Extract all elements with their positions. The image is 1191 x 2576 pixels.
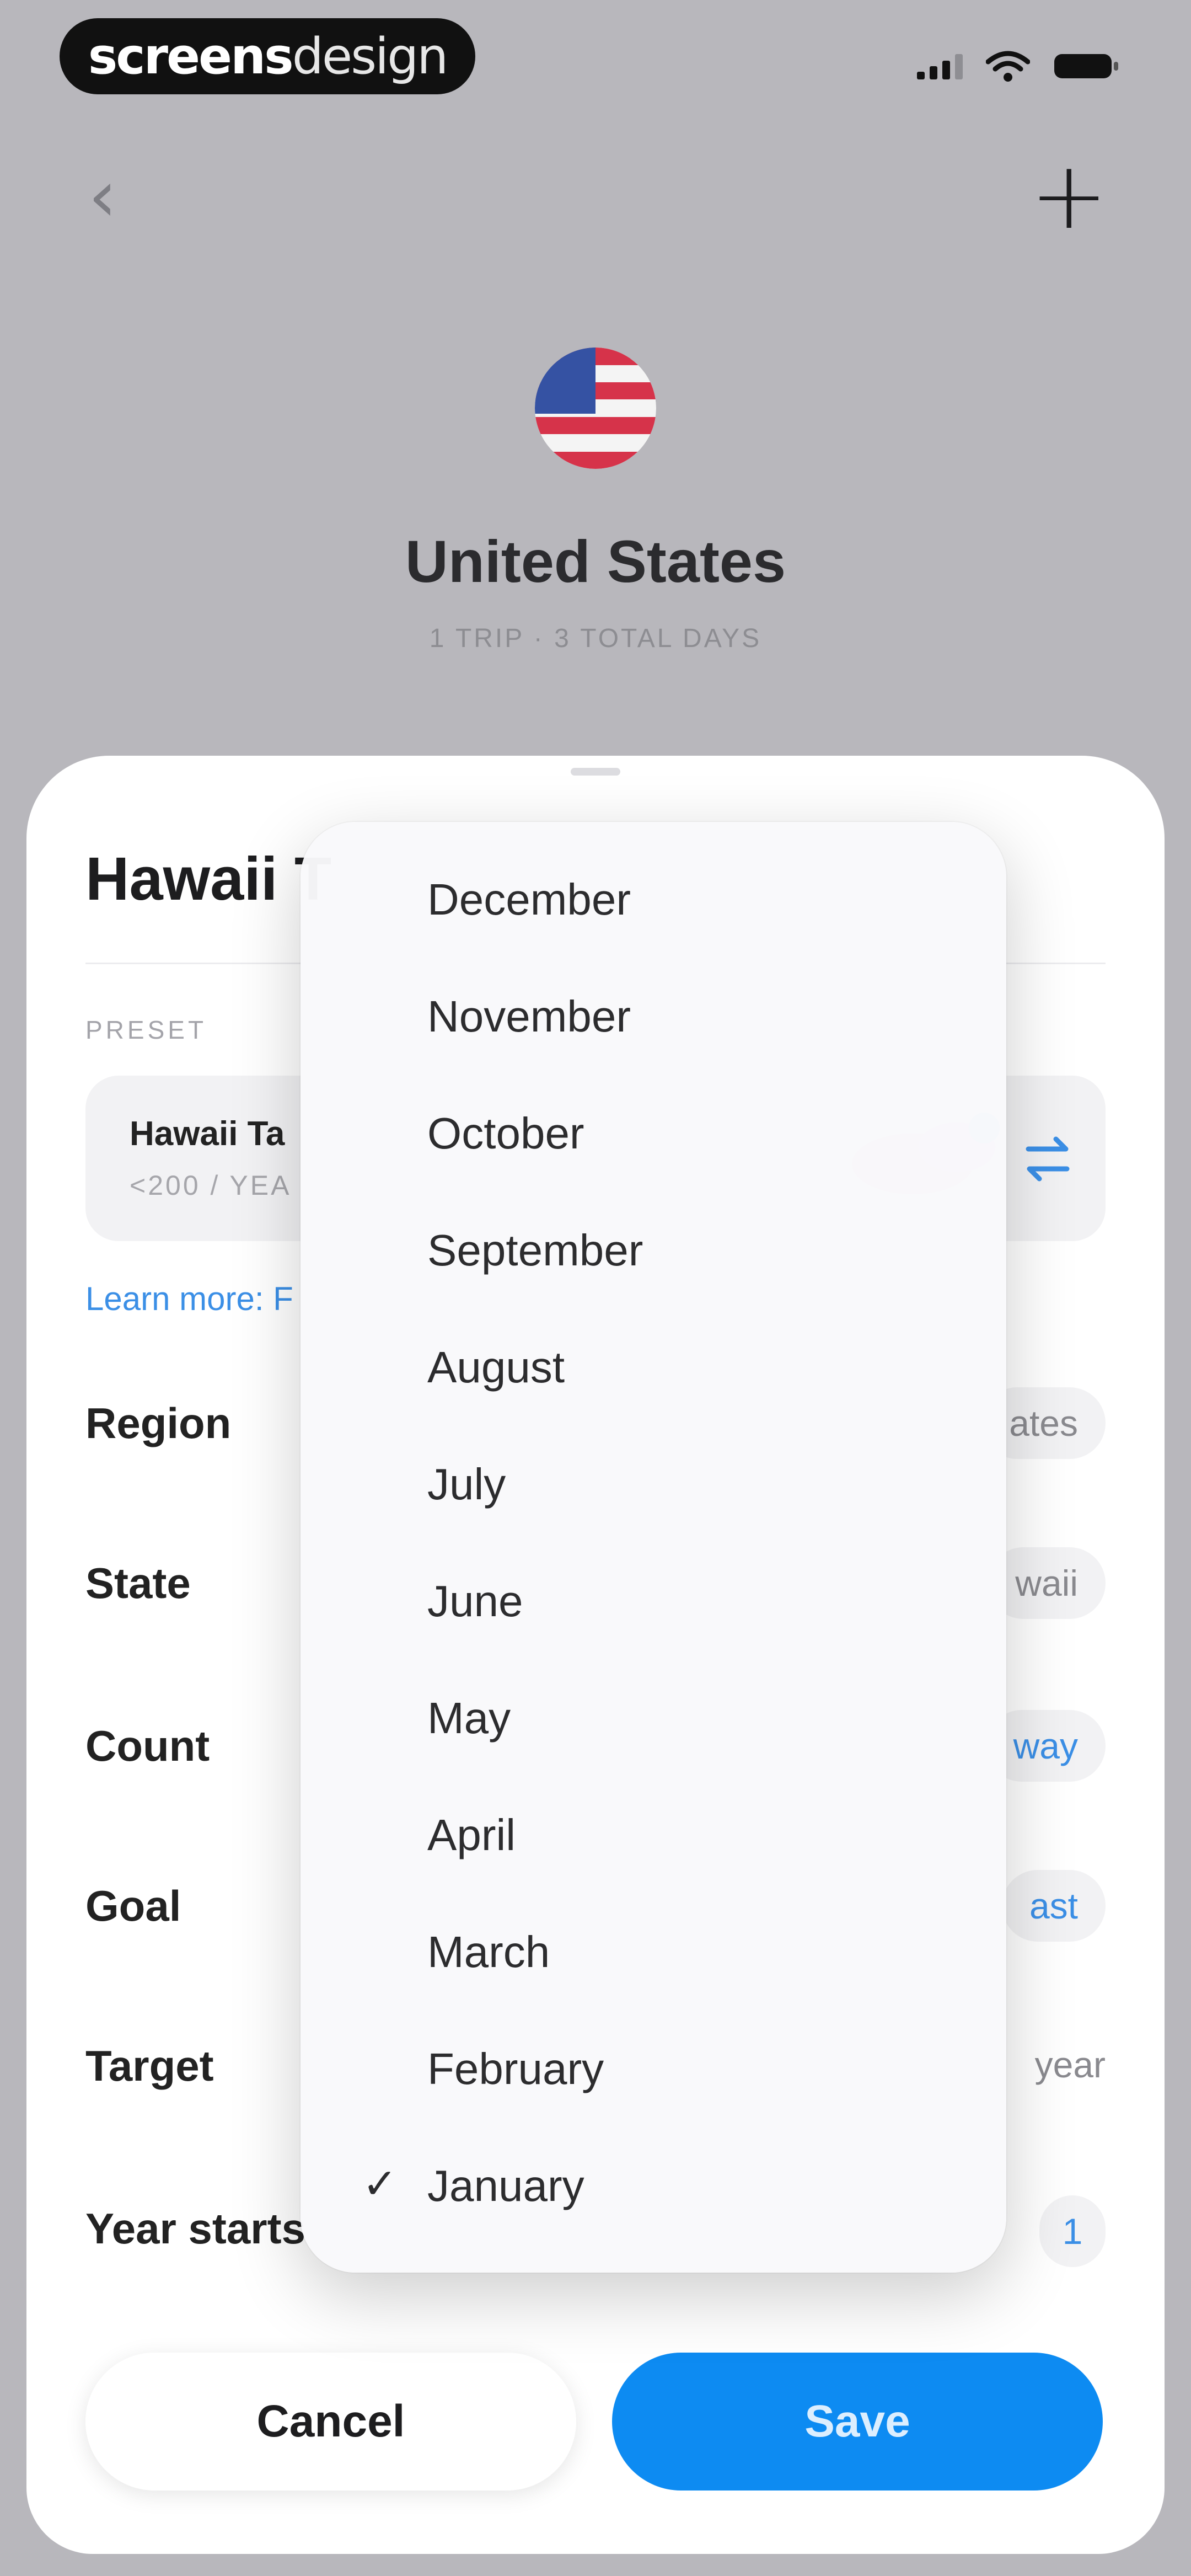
preset-subtitle: <200 / YEA bbox=[130, 1170, 292, 1201]
month-item[interactable]: April bbox=[301, 1774, 1006, 1891]
month-item[interactable]: December bbox=[301, 838, 1006, 955]
month-item[interactable]: March bbox=[301, 1891, 1006, 2008]
count-label: Count bbox=[85, 1722, 210, 1770]
save-button[interactable]: Save bbox=[612, 2353, 1103, 2491]
sheet-grabber[interactable] bbox=[571, 768, 620, 776]
watermark-bold: screens bbox=[88, 27, 294, 85]
wifi-icon bbox=[986, 51, 1030, 82]
status-bar bbox=[917, 50, 1119, 83]
year-starts-day[interactable]: 1 bbox=[1039, 2195, 1106, 2267]
cancel-button[interactable]: Cancel bbox=[85, 2353, 576, 2491]
target-label: Target bbox=[85, 2041, 214, 2090]
goal-select[interactable]: ast bbox=[1001, 1870, 1106, 1942]
screensdesign-watermark: screens design bbox=[60, 18, 475, 94]
us-flag-icon bbox=[535, 348, 656, 469]
target-value[interactable]: year bbox=[1035, 2044, 1106, 2086]
month-item[interactable]: October bbox=[301, 1072, 1006, 1189]
preset-name: Hawaii Ta bbox=[130, 1115, 285, 1153]
sheet-title: Hawaii T bbox=[85, 845, 332, 913]
preset-label: PRESET bbox=[85, 1016, 207, 1044]
back-chevron-icon[interactable]: ‹ bbox=[88, 160, 117, 232]
month-item[interactable]: February bbox=[301, 2008, 1006, 2125]
state-label: State bbox=[85, 1559, 191, 1607]
month-item[interactable]: July bbox=[301, 1423, 1006, 1540]
month-item[interactable]: August bbox=[301, 1306, 1006, 1423]
country-title: United States bbox=[405, 528, 786, 595]
month-item[interactable]: September bbox=[301, 1189, 1006, 1306]
signal-icon bbox=[917, 53, 963, 79]
month-item[interactable]: November bbox=[301, 955, 1006, 1072]
goal-label: Goal bbox=[85, 1882, 181, 1930]
month-item[interactable]: May bbox=[301, 1657, 1006, 1774]
add-trip-button[interactable]: + bbox=[1030, 149, 1108, 243]
month-item[interactable]: June bbox=[301, 1540, 1006, 1657]
checkmark-icon: ✓ bbox=[362, 2159, 398, 2208]
month-item-selected[interactable]: ✓ January bbox=[301, 2125, 1006, 2242]
month-menu: December November October September Augu… bbox=[301, 822, 1006, 2273]
battery-icon bbox=[1054, 54, 1118, 78]
swap-preset-icon[interactable] bbox=[1017, 1128, 1078, 1189]
year-starts-label: Year starts bbox=[85, 2204, 305, 2253]
learn-more-link[interactable]: Learn more: F bbox=[85, 1280, 293, 1318]
region-label: Region bbox=[85, 1399, 232, 1447]
trip-summary: 1 TRIP · 3 TOTAL DAYS bbox=[429, 624, 762, 653]
watermark-light: design bbox=[292, 27, 449, 85]
